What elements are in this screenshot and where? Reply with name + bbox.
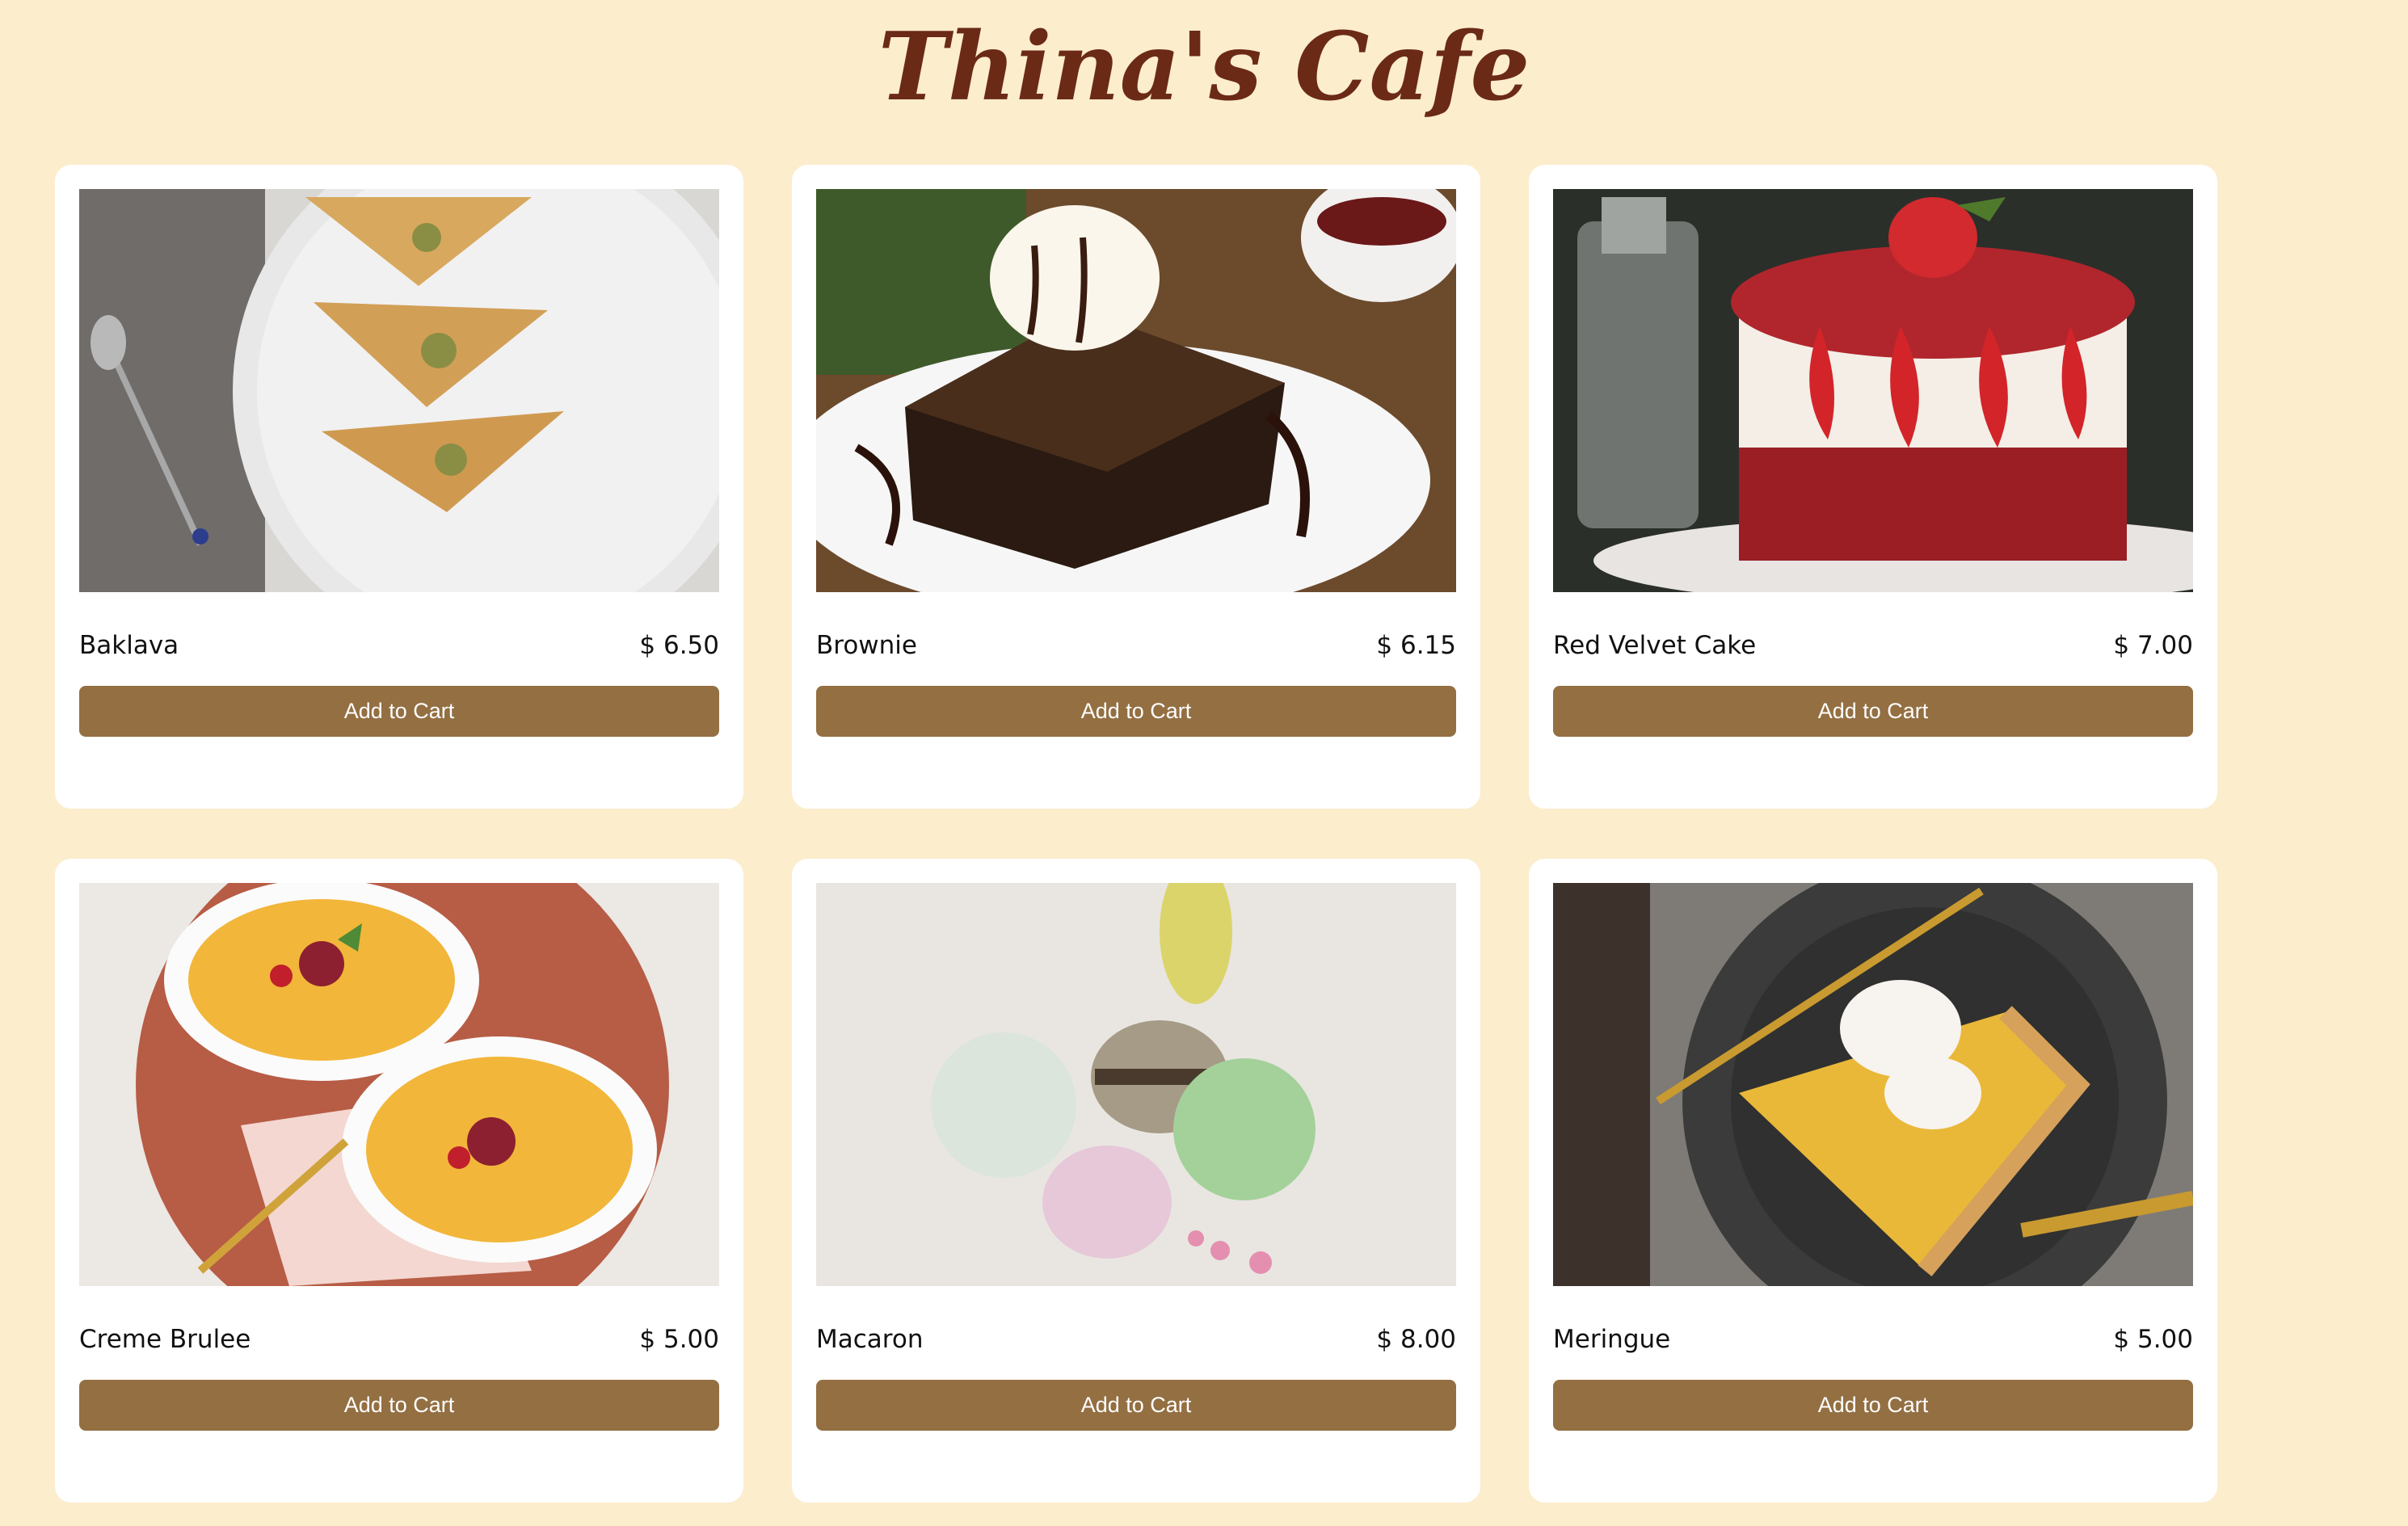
add-to-cart-button[interactable]: Add to Cart — [1553, 686, 2193, 737]
baklava-image — [79, 189, 719, 592]
product-card-brownie: Brownie $ 6.15 Add to Cart — [792, 165, 1480, 809]
add-to-cart-button[interactable]: Add to Cart — [816, 686, 1456, 737]
product-name: Baklava — [79, 631, 179, 660]
product-name: Brownie — [816, 631, 917, 660]
product-name: Macaron — [816, 1325, 924, 1354]
product-card-red-velvet-cake: Red Velvet Cake $ 7.00 Add to Cart — [1529, 165, 2217, 809]
macaron-image — [816, 883, 1456, 1286]
product-price: $ 8.00 — [1376, 1325, 1456, 1354]
product-price: $ 5.00 — [2113, 1325, 2193, 1354]
brownie-image — [816, 189, 1456, 592]
page-title: Thina's Cafe — [878, 12, 1530, 122]
product-price: $ 5.00 — [639, 1325, 719, 1354]
meringue-image — [1553, 883, 2193, 1286]
product-card-creme-brulee: Creme Brulee $ 5.00 Add to Cart — [55, 859, 743, 1503]
creme-brulee-image — [79, 883, 719, 1286]
product-price: $ 6.15 — [1376, 631, 1456, 660]
product-card-meringue: Meringue $ 5.00 Add to Cart — [1529, 859, 2217, 1503]
add-to-cart-button[interactable]: Add to Cart — [816, 1380, 1456, 1431]
red-velvet-cake-image — [1553, 189, 2193, 592]
add-to-cart-button[interactable]: Add to Cart — [1553, 1380, 2193, 1431]
product-price: $ 6.50 — [639, 631, 719, 660]
product-price: $ 7.00 — [2113, 631, 2193, 660]
product-card-macaron: Macaron $ 8.00 Add to Cart — [792, 859, 1480, 1503]
product-name: Meringue — [1553, 1325, 1671, 1354]
product-name: Red Velvet Cake — [1553, 631, 1757, 660]
product-name: Creme Brulee — [79, 1325, 251, 1354]
add-to-cart-button[interactable]: Add to Cart — [79, 686, 719, 737]
add-to-cart-button[interactable]: Add to Cart — [79, 1380, 719, 1431]
product-card-baklava: Baklava $ 6.50 Add to Cart — [55, 165, 743, 809]
